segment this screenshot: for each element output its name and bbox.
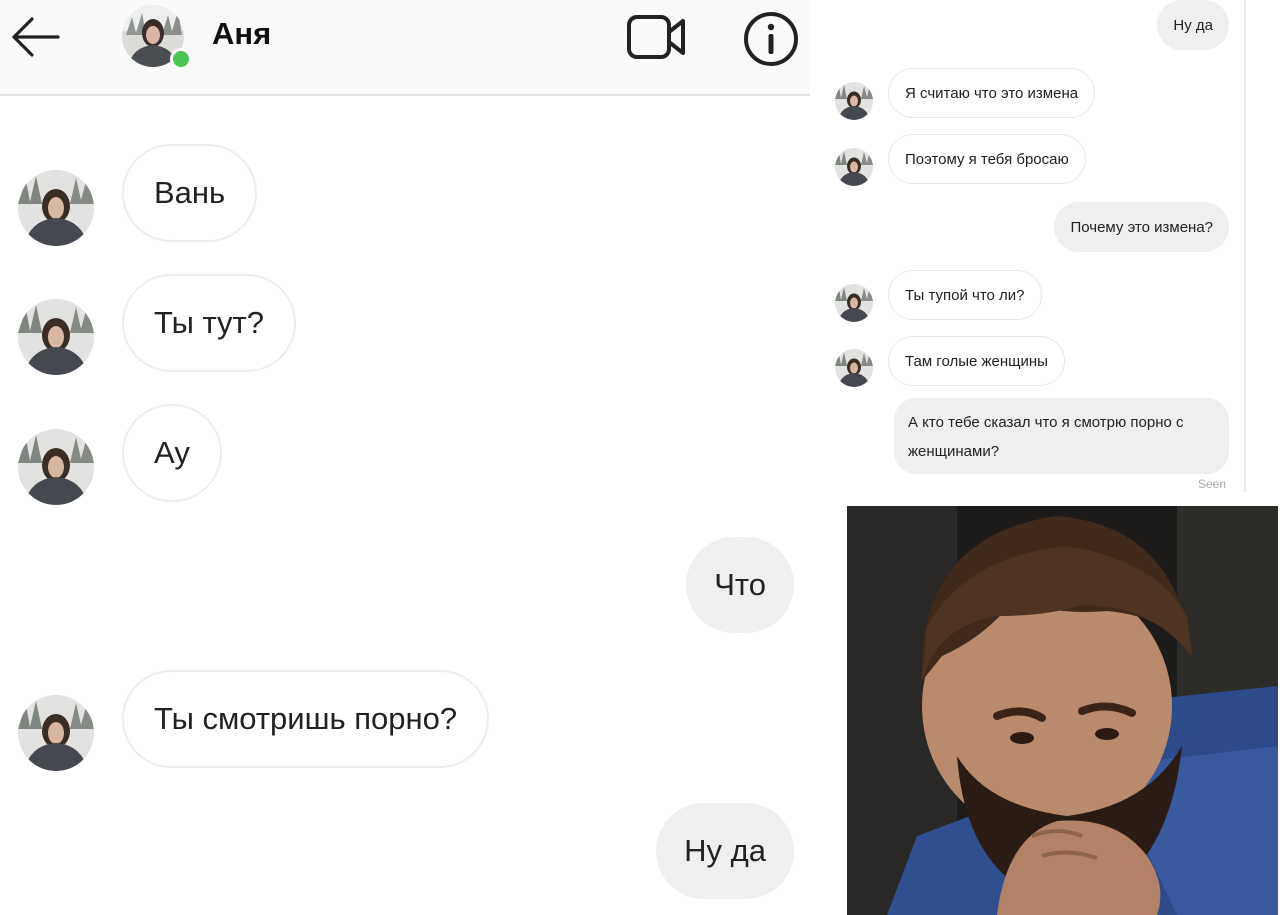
incoming-message[interactable]: Поэтому я тебя бросаю bbox=[888, 134, 1086, 184]
reaction-photo bbox=[847, 506, 1278, 915]
contact-name[interactable]: Аня bbox=[212, 16, 271, 52]
incoming-message[interactable]: Ты тупой что ли? bbox=[888, 270, 1042, 320]
outgoing-message[interactable]: Что bbox=[686, 537, 794, 633]
online-status-dot bbox=[170, 48, 192, 70]
avatar bbox=[18, 170, 94, 246]
incoming-message[interactable]: Ты смотришь порно? bbox=[122, 670, 490, 768]
chat-header: Аня bbox=[0, 0, 810, 96]
avatar bbox=[18, 299, 94, 375]
incoming-message[interactable]: Вань bbox=[122, 144, 258, 242]
arrow-left-icon[interactable] bbox=[10, 15, 62, 59]
outgoing-message[interactable]: Почему это измена? bbox=[1054, 202, 1229, 252]
avatar bbox=[835, 349, 873, 387]
main-chat-panel: Аня Вань Ты тут? Ау Что Ты смотришь порн… bbox=[0, 0, 810, 915]
avatar bbox=[835, 82, 873, 120]
seen-label: Seen bbox=[1198, 477, 1227, 491]
outgoing-message[interactable]: Ну да bbox=[1157, 0, 1229, 50]
outgoing-message[interactable]: А кто тебе сказал что я смотрю порно с ж… bbox=[894, 398, 1229, 474]
incoming-message[interactable]: Я считаю что это измена bbox=[888, 68, 1096, 118]
avatar bbox=[18, 429, 94, 505]
incoming-message[interactable]: Ау bbox=[122, 404, 222, 502]
incoming-message[interactable]: Там голые женщины bbox=[888, 336, 1065, 386]
video-call-icon[interactable] bbox=[626, 12, 688, 62]
info-icon[interactable] bbox=[742, 10, 800, 68]
avatar bbox=[18, 695, 94, 771]
outgoing-message[interactable]: Ну да bbox=[656, 803, 794, 899]
continued-chat-panel: Ну да Я считаю что это измена Поэтому я … bbox=[810, 0, 1280, 500]
incoming-message[interactable]: Ты тут? bbox=[122, 274, 296, 372]
avatar bbox=[835, 284, 873, 322]
avatar bbox=[835, 148, 873, 186]
scrollbar-track bbox=[1244, 0, 1246, 492]
